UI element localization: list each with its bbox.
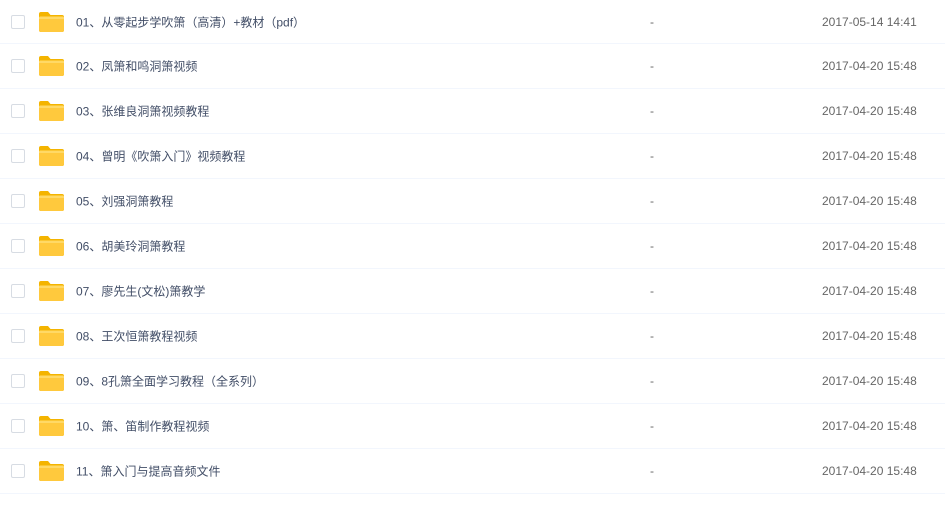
file-size: - [650, 104, 654, 118]
file-list: 01、从零起步学吹箫（高清）+教材（pdf） - 2017-05-14 14:4… [0, 0, 945, 494]
file-row[interactable]: 09、8孔箫全面学习教程（全系列） - 2017-04-20 15:48 [0, 359, 945, 404]
file-size: - [650, 194, 654, 208]
folder-icon[interactable] [38, 190, 65, 212]
row-checkbox[interactable] [11, 239, 25, 253]
folder-icon[interactable] [38, 145, 65, 167]
row-checkbox[interactable] [11, 149, 25, 163]
row-checkbox[interactable] [11, 374, 25, 388]
file-date: 2017-05-14 14:41 [822, 14, 917, 29]
file-size: - [650, 59, 654, 73]
file-name[interactable]: 04、曾明《吹箫入门》视频教程 [76, 148, 245, 165]
file-date: 2017-04-20 15:48 [822, 59, 917, 73]
folder-icon[interactable] [38, 415, 65, 437]
file-size: - [650, 374, 654, 388]
file-date: 2017-04-20 15:48 [822, 194, 917, 208]
folder-icon[interactable] [38, 235, 65, 257]
file-size: - [650, 419, 654, 433]
file-row[interactable]: 05、刘强洞箫教程 - 2017-04-20 15:48 [0, 179, 945, 224]
folder-icon[interactable] [38, 325, 65, 347]
file-date: 2017-04-20 15:48 [822, 329, 917, 343]
row-checkbox[interactable] [11, 194, 25, 208]
file-name[interactable]: 02、凤箫和鸣洞箫视频 [76, 58, 197, 75]
file-size: - [650, 14, 654, 29]
row-checkbox[interactable] [11, 104, 25, 118]
file-date: 2017-04-20 15:48 [822, 419, 917, 433]
file-row[interactable]: 10、箫、笛制作教程视频 - 2017-04-20 15:48 [0, 404, 945, 449]
row-checkbox[interactable] [11, 464, 25, 478]
file-date: 2017-04-20 15:48 [822, 104, 917, 118]
file-size: - [650, 149, 654, 163]
file-size: - [650, 329, 654, 343]
file-name[interactable]: 05、刘强洞箫教程 [76, 193, 173, 210]
row-checkbox[interactable] [11, 14, 25, 29]
file-name[interactable]: 11、箫入门与提高音频文件 [76, 463, 220, 480]
file-name[interactable]: 06、胡美玲洞箫教程 [76, 238, 185, 255]
row-checkbox[interactable] [11, 329, 25, 343]
folder-icon[interactable] [38, 280, 65, 302]
file-name[interactable]: 08、王次恒箫教程视频 [76, 328, 197, 345]
folder-icon[interactable] [38, 55, 65, 77]
folder-icon[interactable] [38, 100, 65, 122]
file-size: - [650, 284, 654, 298]
file-date: 2017-04-20 15:48 [822, 149, 917, 163]
file-name[interactable]: 01、从零起步学吹箫（高清）+教材（pdf） [76, 13, 305, 30]
row-checkbox[interactable] [11, 59, 25, 73]
row-checkbox[interactable] [11, 284, 25, 298]
file-date: 2017-04-20 15:48 [822, 374, 917, 388]
file-date: 2017-04-20 15:48 [822, 284, 917, 298]
file-row[interactable]: 11、箫入门与提高音频文件 - 2017-04-20 15:48 [0, 449, 945, 494]
file-size: - [650, 464, 654, 478]
file-date: 2017-04-20 15:48 [822, 464, 917, 478]
folder-icon[interactable] [38, 11, 65, 33]
file-size: - [650, 239, 654, 253]
row-checkbox[interactable] [11, 419, 25, 433]
file-name[interactable]: 10、箫、笛制作教程视频 [76, 418, 209, 435]
file-row[interactable]: 03、张维良洞箫视频教程 - 2017-04-20 15:48 [0, 89, 945, 134]
folder-icon[interactable] [38, 370, 65, 392]
file-name[interactable]: 03、张维良洞箫视频教程 [76, 103, 209, 120]
folder-icon[interactable] [38, 460, 65, 482]
file-row[interactable]: 08、王次恒箫教程视频 - 2017-04-20 15:48 [0, 314, 945, 359]
file-row[interactable]: 06、胡美玲洞箫教程 - 2017-04-20 15:48 [0, 224, 945, 269]
file-date: 2017-04-20 15:48 [822, 239, 917, 253]
file-row[interactable]: 02、凤箫和鸣洞箫视频 - 2017-04-20 15:48 [0, 44, 945, 89]
file-name[interactable]: 09、8孔箫全面学习教程（全系列） [76, 373, 264, 390]
file-name[interactable]: 07、廖先生(文松)箫教学 [76, 283, 205, 300]
file-row[interactable]: 04、曾明《吹箫入门》视频教程 - 2017-04-20 15:48 [0, 134, 945, 179]
file-row[interactable]: 01、从零起步学吹箫（高清）+教材（pdf） - 2017-05-14 14:4… [0, 0, 945, 44]
file-row[interactable]: 07、廖先生(文松)箫教学 - 2017-04-20 15:48 [0, 269, 945, 314]
